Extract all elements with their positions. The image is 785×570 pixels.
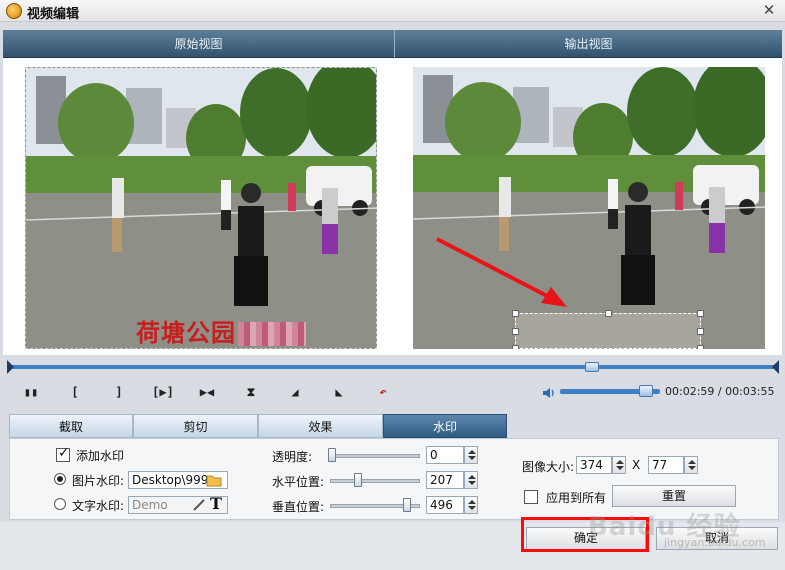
view-area: 原始视图 输出视图 荷塘公园: [3, 30, 782, 355]
fade-in-icon[interactable]: ◢: [284, 382, 306, 402]
resize-handle[interactable]: [697, 310, 704, 317]
output-view-header: 输出视图: [395, 30, 782, 58]
pen-icon[interactable]: [192, 498, 206, 512]
text-watermark-radio[interactable]: [54, 498, 66, 510]
window-title: 视频编辑: [27, 7, 80, 22]
timeline[interactable]: [7, 360, 779, 374]
original-view-header: 原始视图: [3, 30, 395, 58]
undo-icon[interactable]: ↶: [372, 382, 394, 402]
image-height-spinner[interactable]: [684, 456, 698, 474]
vertical-position-thumb[interactable]: [403, 498, 411, 512]
horizontal-position-slider[interactable]: [330, 479, 420, 483]
image-width-spinner[interactable]: [612, 456, 626, 474]
app-icon: [6, 3, 22, 19]
video-frame-image: [26, 68, 376, 348]
horizontal-position-field[interactable]: 207: [426, 471, 464, 489]
tab-trim[interactable]: 截取: [9, 414, 133, 438]
resize-handle[interactable]: [512, 345, 519, 349]
video-frame-image: [413, 67, 765, 349]
add-watermark-label: 添加水印: [76, 449, 125, 463]
time-readout: 00:02:59 / 00:03:55: [665, 385, 775, 398]
radio-dot: [57, 476, 63, 482]
opacity-slider[interactable]: [330, 454, 420, 458]
output-video[interactable]: [413, 67, 765, 349]
image-width-field[interactable]: 374: [576, 456, 612, 474]
resize-handle[interactable]: [605, 310, 612, 317]
opacity-thumb[interactable]: [328, 448, 336, 462]
opacity-label: 透明度:: [272, 450, 313, 464]
split-icon[interactable]: ⧗: [240, 382, 262, 402]
end-marker-icon[interactable]: [772, 360, 779, 374]
resize-handle[interactable]: [512, 310, 519, 317]
horizontal-position-thumb[interactable]: [354, 473, 362, 487]
watermark-overlay-text: 荷塘公园: [136, 313, 306, 348]
image-watermark-radio[interactable]: [54, 473, 66, 485]
opacity-spinner[interactable]: [464, 446, 478, 464]
mark-in-icon[interactable]: [: [64, 382, 86, 402]
title-bar: 视频编辑 ✕: [0, 0, 785, 22]
blurred-text: [238, 322, 306, 346]
resize-handle[interactable]: [512, 328, 519, 335]
tab-cut[interactable]: 剪切: [133, 414, 258, 438]
site-watermark-url: jingyan.baidu.com: [664, 536, 766, 549]
original-video[interactable]: 荷塘公园: [25, 67, 377, 349]
reset-button[interactable]: 重置: [612, 485, 736, 507]
apply-to-all-checkbox[interactable]: [524, 490, 538, 504]
mark-out-icon[interactable]: ]: [108, 382, 130, 402]
add-watermark-checkbox[interactable]: ✓: [56, 445, 70, 462]
start-marker-icon[interactable]: [7, 360, 14, 374]
opacity-value-field[interactable]: 0: [426, 446, 464, 464]
text-watermark-label: 文字水印:: [72, 499, 125, 513]
resize-handle[interactable]: [697, 328, 704, 335]
tab-effects[interactable]: 效果: [258, 414, 383, 438]
pause-icon[interactable]: ▮▮: [20, 382, 42, 402]
playback-controls: ▮▮ [ ] [▶] ▶◀ ⧗ ◢ ◣ ↶ 00:02:59 / 00:03:5…: [0, 378, 785, 406]
close-icon[interactable]: ✕: [761, 2, 777, 18]
image-height-field[interactable]: 77: [648, 456, 684, 474]
horizontal-position-label: 水平位置:: [272, 475, 325, 489]
timeline-thumb[interactable]: [585, 362, 599, 372]
volume-icon[interactable]: [542, 386, 556, 400]
image-watermark-label: 图片水印:: [72, 474, 125, 488]
watermark-selection-box[interactable]: [512, 310, 704, 349]
vertical-position-field[interactable]: 496: [426, 496, 464, 514]
play-selection-icon[interactable]: [▶]: [152, 382, 174, 402]
volume-thumb[interactable]: [639, 385, 653, 397]
image-size-label: 图像大小:: [522, 460, 575, 474]
fade-out-icon[interactable]: ◣: [328, 382, 350, 402]
check-icon: ✓: [58, 445, 70, 461]
folder-icon[interactable]: [206, 474, 222, 487]
apply-to-all-label: 应用到所有: [546, 491, 607, 505]
step-icon[interactable]: ▶◀: [196, 382, 218, 402]
resize-handle[interactable]: [697, 345, 704, 349]
timeline-track[interactable]: [10, 365, 776, 369]
vertical-position-spinner[interactable]: [464, 496, 478, 514]
text-font-icon[interactable]: T: [210, 494, 222, 513]
vertical-position-label: 垂直位置:: [272, 500, 325, 514]
tab-watermark[interactable]: 水印: [383, 414, 507, 438]
horizontal-position-spinner[interactable]: [464, 471, 478, 489]
tab-bar: 截取 剪切 效果 水印: [9, 414, 634, 438]
size-separator: X: [632, 458, 641, 472]
